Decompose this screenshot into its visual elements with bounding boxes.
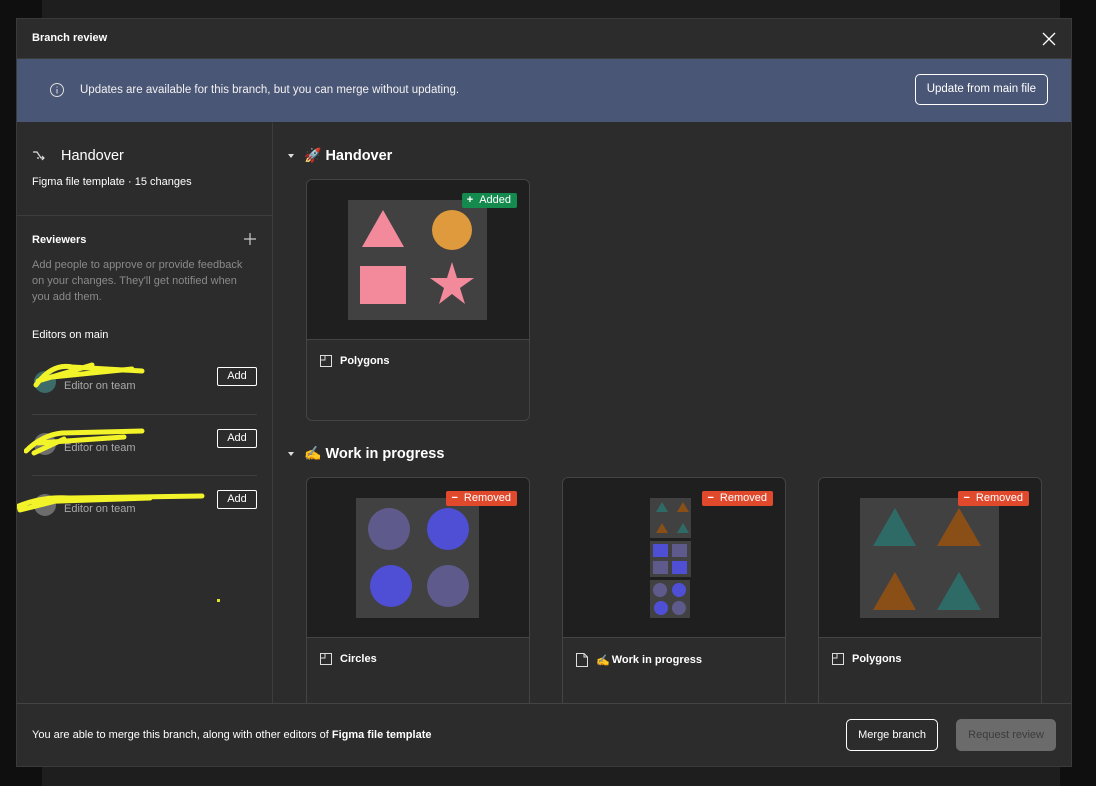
change-card[interactable]: + Added Polygons: [306, 179, 530, 421]
writing-hand-icon: ✍️: [304, 445, 322, 461]
branch-review-dialog: Branch review Updates are available for …: [16, 18, 1072, 767]
thumbnail-preview: [860, 498, 999, 618]
changes-panel: 🚀 Handover + Added Polygons ✍️ Work in p…: [274, 123, 1071, 703]
branch-icon: [33, 151, 45, 161]
card-caption: ✍️ Work in progress: [576, 653, 702, 667]
editor-name: [redacted]: [64, 363, 113, 375]
merge-branch-button[interactable]: Merge branch: [846, 719, 938, 751]
rocket-icon: 🚀: [304, 147, 322, 163]
add-editor-button[interactable]: Add: [217, 367, 257, 386]
editor-role: Editor on team: [64, 442, 136, 454]
change-card[interactable]: − Removed Circles: [306, 477, 530, 703]
editor-name: [redacted]: [64, 425, 113, 437]
file-name: Figma file template: [331, 729, 432, 741]
card-thumbnail: − Removed: [563, 478, 785, 638]
plus-icon[interactable]: [243, 232, 257, 246]
avatar: [34, 433, 56, 455]
circle-shape: [432, 210, 472, 250]
card-thumbnail: − Removed: [819, 478, 1041, 638]
card-title: Polygons: [340, 355, 390, 367]
request-review-button: Request review: [956, 719, 1056, 751]
sidebar: Handover Figma file template · 15 change…: [17, 123, 273, 703]
status-badge: − Removed: [702, 491, 773, 506]
card-title: Work in progress: [611, 654, 702, 666]
dialog-footer: You are able to merge this branch, along…: [17, 703, 1071, 766]
banner-message: Updates are available for this branch, b…: [80, 84, 460, 96]
add-editor-button[interactable]: Add: [217, 490, 257, 509]
editor-row: [redacted] Editor on team Add: [32, 353, 257, 414]
reviewers-description: Add people to approve or provide feedbac…: [32, 259, 243, 303]
square-shape: [360, 266, 406, 304]
editor-name: [redacted]: [64, 486, 113, 498]
dialog-title: Branch review: [32, 32, 108, 44]
branch-header: Handover Figma file template · 15 change…: [17, 123, 272, 216]
update-from-main-button[interactable]: Update from main file: [914, 74, 1048, 105]
dialog-body: Handover Figma file template · 15 change…: [17, 123, 1071, 703]
editor-row: [redacted] Editor on team Add: [17, 475, 257, 536]
stray-dot: [217, 599, 220, 602]
card-thumbnail: − Removed: [307, 478, 529, 638]
add-editor-button[interactable]: Add: [217, 429, 257, 448]
status-badge: − Removed: [446, 491, 517, 506]
info-icon: [50, 83, 64, 97]
reviewers-heading: Reviewers: [32, 234, 87, 246]
editor-role: Editor on team: [64, 380, 136, 392]
thumbnail-preview: [348, 200, 487, 320]
change-card[interactable]: − Removed Polygons: [818, 477, 1042, 703]
avatar: [34, 371, 56, 393]
caret-down-icon[interactable]: [288, 451, 294, 456]
card-title: Circles: [340, 653, 377, 665]
editor-role: Editor on team: [64, 503, 136, 515]
caret-down-icon[interactable]: [288, 153, 294, 158]
thumbnail-preview: [650, 498, 691, 618]
branch-name: Handover: [61, 148, 124, 164]
change-card[interactable]: − Removed ✍️ Work in progress: [562, 477, 786, 703]
writing-hand-icon: ✍️: [596, 654, 610, 667]
close-icon: [1042, 32, 1056, 46]
card-caption: Circles: [320, 653, 377, 665]
frame-icon: [832, 653, 844, 665]
page-icon: [576, 653, 588, 667]
update-banner: Updates are available for this branch, b…: [17, 59, 1071, 122]
frame-icon: [320, 355, 332, 367]
editor-row: [redacted] Editor on team Add: [24, 414, 257, 475]
section-title: Work in progress: [325, 445, 445, 462]
frame-icon: [320, 653, 332, 665]
card-title: Polygons: [852, 653, 902, 665]
card-thumbnail: + Added: [307, 180, 529, 340]
editors-heading: Editors on main: [32, 329, 109, 341]
dialog-titlebar: Branch review: [17, 19, 1071, 59]
thumbnail-preview: [356, 498, 479, 618]
section-header[interactable]: ✍️ Work in progress: [288, 445, 444, 462]
status-badge: + Added: [461, 193, 517, 208]
branch-subtitle: Figma file template · 15 changes: [32, 176, 192, 188]
merge-permission-message: You are able to merge this branch, along…: [32, 729, 432, 741]
card-caption: Polygons: [832, 653, 902, 665]
status-badge: − Removed: [958, 491, 1029, 506]
avatar: [34, 494, 56, 516]
section-title: Handover: [325, 147, 393, 164]
card-caption: Polygons: [320, 355, 390, 367]
close-button[interactable]: [1039, 29, 1059, 49]
section-header[interactable]: 🚀 Handover: [288, 147, 392, 164]
